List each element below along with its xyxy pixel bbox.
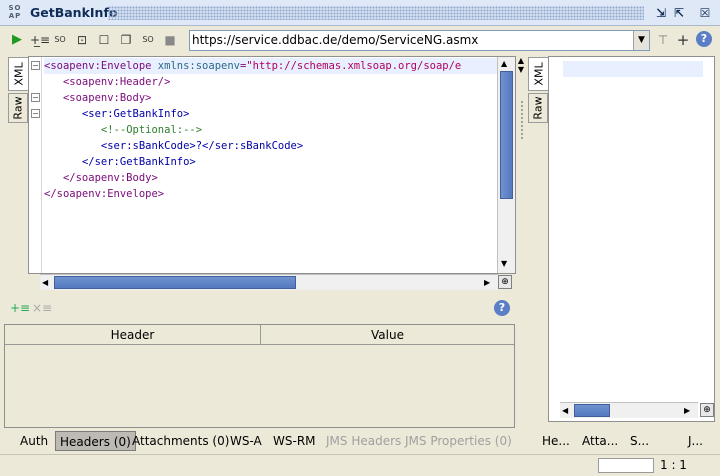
add-to-testcase-icon[interactable]: +̲≡ — [30, 32, 50, 48]
scroll-right-arrow[interactable]: ▶ — [484, 278, 490, 288]
edit-endpoint-icon[interactable]: ⊤ — [655, 32, 671, 48]
title-bar: SO AP GetBankInfo ⇲ ⇱ ☒ — [0, 0, 720, 26]
scroll-right-arrow[interactable]: ▶ — [684, 406, 690, 416]
tab-request-raw[interactable]: Raw — [8, 93, 28, 123]
code-line: </soapenv:Body> — [62, 172, 158, 184]
tab-response-jms[interactable]: J... — [684, 431, 707, 451]
tab-jms-headers: JMS Headers — [326, 434, 402, 448]
endpoint-combobox[interactable]: https://service.ddbac.de/demo/ServiceNG.… — [189, 30, 650, 51]
scroll-left-arrow[interactable]: ◀ — [42, 278, 48, 288]
tab-auth[interactable]: Auth — [16, 431, 52, 451]
fold-icon[interactable]: − — [31, 93, 40, 102]
status-bar: 1 : 1 — [0, 454, 720, 476]
tab-request-xml[interactable]: XML — [8, 57, 28, 91]
tab-ws-a[interactable]: WS-A — [226, 431, 266, 451]
code-line: <soapenv:Header/> — [62, 76, 171, 88]
minimize-window-icon[interactable]: ⇲ — [654, 6, 668, 20]
title-grip — [108, 6, 644, 20]
response-current-line — [563, 61, 703, 77]
editor-vertical-scrollbar[interactable]: ▲ ▼ — [497, 57, 515, 273]
zoom-icon[interactable]: ⊕ — [700, 403, 714, 417]
stop-icon[interactable]: ■ — [162, 32, 178, 48]
code-line: <!--Optional:--> — [100, 124, 203, 136]
code-line: <soapenv:Body> — [62, 92, 152, 104]
remove-header-icon[interactable]: ×≡ — [32, 300, 52, 316]
scroll-left-arrow[interactable]: ◀ — [562, 406, 568, 416]
response-gutter — [549, 57, 561, 403]
format-xml-icon[interactable]: ⊡ — [74, 32, 90, 48]
editor-horizontal-scrollbar[interactable]: ◀ ▶ — [40, 274, 498, 290]
tabs-view-icon[interactable]: ❐ — [118, 32, 134, 48]
request-xml-editor[interactable]: − − − <soapenv:Envelope xmlns:soapenv="h… — [28, 56, 516, 274]
response-xml-editor[interactable] — [548, 56, 715, 422]
editor-gutter: − − − — [29, 57, 41, 273]
horizontal-scroll-thumb[interactable] — [54, 276, 296, 289]
horizontal-scroll-thumb[interactable] — [574, 404, 610, 417]
splitter-arrows-icon[interactable]: ▲ ▼ — [516, 56, 526, 76]
chevron-down-icon[interactable]: ▼ — [633, 31, 649, 50]
split-view-icon[interactable]: ☐ — [96, 32, 112, 48]
tab-response-attachments[interactable]: Atta... — [578, 431, 622, 451]
create-mock-icon[interactable]: SO — [52, 32, 68, 48]
status-field — [598, 458, 654, 473]
response-horizontal-scrollbar[interactable]: ◀ ▶ — [560, 402, 698, 418]
code-line: </soapenv:Envelope> — [44, 188, 165, 200]
headers-table-body — [5, 345, 514, 427]
code-line: <ser:sBankCode>?</ser:sBankCode> — [100, 140, 304, 152]
tab-attachments[interactable]: Attachments (0) — [128, 431, 233, 451]
tab-response-raw[interactable]: Raw — [528, 93, 548, 123]
submit-request-button[interactable]: ▶ — [9, 32, 25, 48]
column-header-value[interactable]: Value — [261, 325, 514, 345]
soap-icon: SO AP — [8, 4, 22, 20]
fold-icon[interactable]: − — [31, 109, 40, 118]
maximize-window-icon[interactable]: ⇱ — [672, 6, 686, 20]
tab-response-headers[interactable]: He... — [538, 431, 574, 451]
headers-help-icon[interactable]: ? — [494, 300, 510, 316]
close-window-icon[interactable]: ☒ — [698, 6, 712, 20]
code-line: <ser:GetBankInfo> — [81, 108, 190, 120]
help-icon[interactable]: ? — [696, 31, 712, 47]
tab-headers[interactable]: Headers (0) — [55, 431, 136, 451]
soap-options-icon[interactable]: SO — [140, 32, 156, 48]
scroll-up-arrow[interactable]: ▲ — [501, 59, 507, 69]
headers-toolbar: +≡ ×≡ ? — [4, 298, 516, 320]
code-area[interactable]: <soapenv:Envelope xmlns:soapenv="http://… — [41, 57, 497, 273]
tab-jms-properties: JMS Properties (0) — [405, 434, 512, 448]
tab-response-xml[interactable]: XML — [528, 57, 548, 91]
cursor-position: 1 : 1 — [660, 458, 687, 472]
splitter-grip[interactable] — [520, 100, 524, 140]
scroll-down-arrow[interactable]: ▼ — [501, 259, 507, 269]
fold-icon[interactable]: − — [31, 61, 40, 70]
column-header-header[interactable]: Header — [5, 325, 261, 345]
tab-response-ssl[interactable]: S... — [626, 431, 653, 451]
request-bottom-tabs: Auth Headers (0) Attachments (0) WS-A WS… — [4, 428, 516, 454]
window-title: GetBankInfo — [30, 5, 118, 20]
zoom-icon[interactable]: ⊕ — [498, 275, 512, 289]
headers-table[interactable]: Header Value — [4, 324, 515, 428]
tab-ws-rm[interactable]: WS-RM — [269, 431, 320, 451]
endpoint-url[interactable]: https://service.ddbac.de/demo/ServiceNG.… — [192, 33, 478, 47]
toolbar: ▶ +̲≡ SO ⊡ ☐ ❐ SO ■ https://service.ddba… — [0, 27, 720, 55]
code-line: <soapenv:Envelope xmlns:soapenv="http://… — [44, 58, 497, 74]
add-endpoint-icon[interactable]: + — [675, 32, 691, 48]
response-bottom-tabs: He... Atta... S... J... — [528, 428, 718, 454]
add-header-icon[interactable]: +≡ — [10, 300, 30, 316]
code-line: </ser:GetBankInfo> — [81, 156, 196, 168]
vertical-scroll-thumb[interactable] — [500, 71, 513, 199]
